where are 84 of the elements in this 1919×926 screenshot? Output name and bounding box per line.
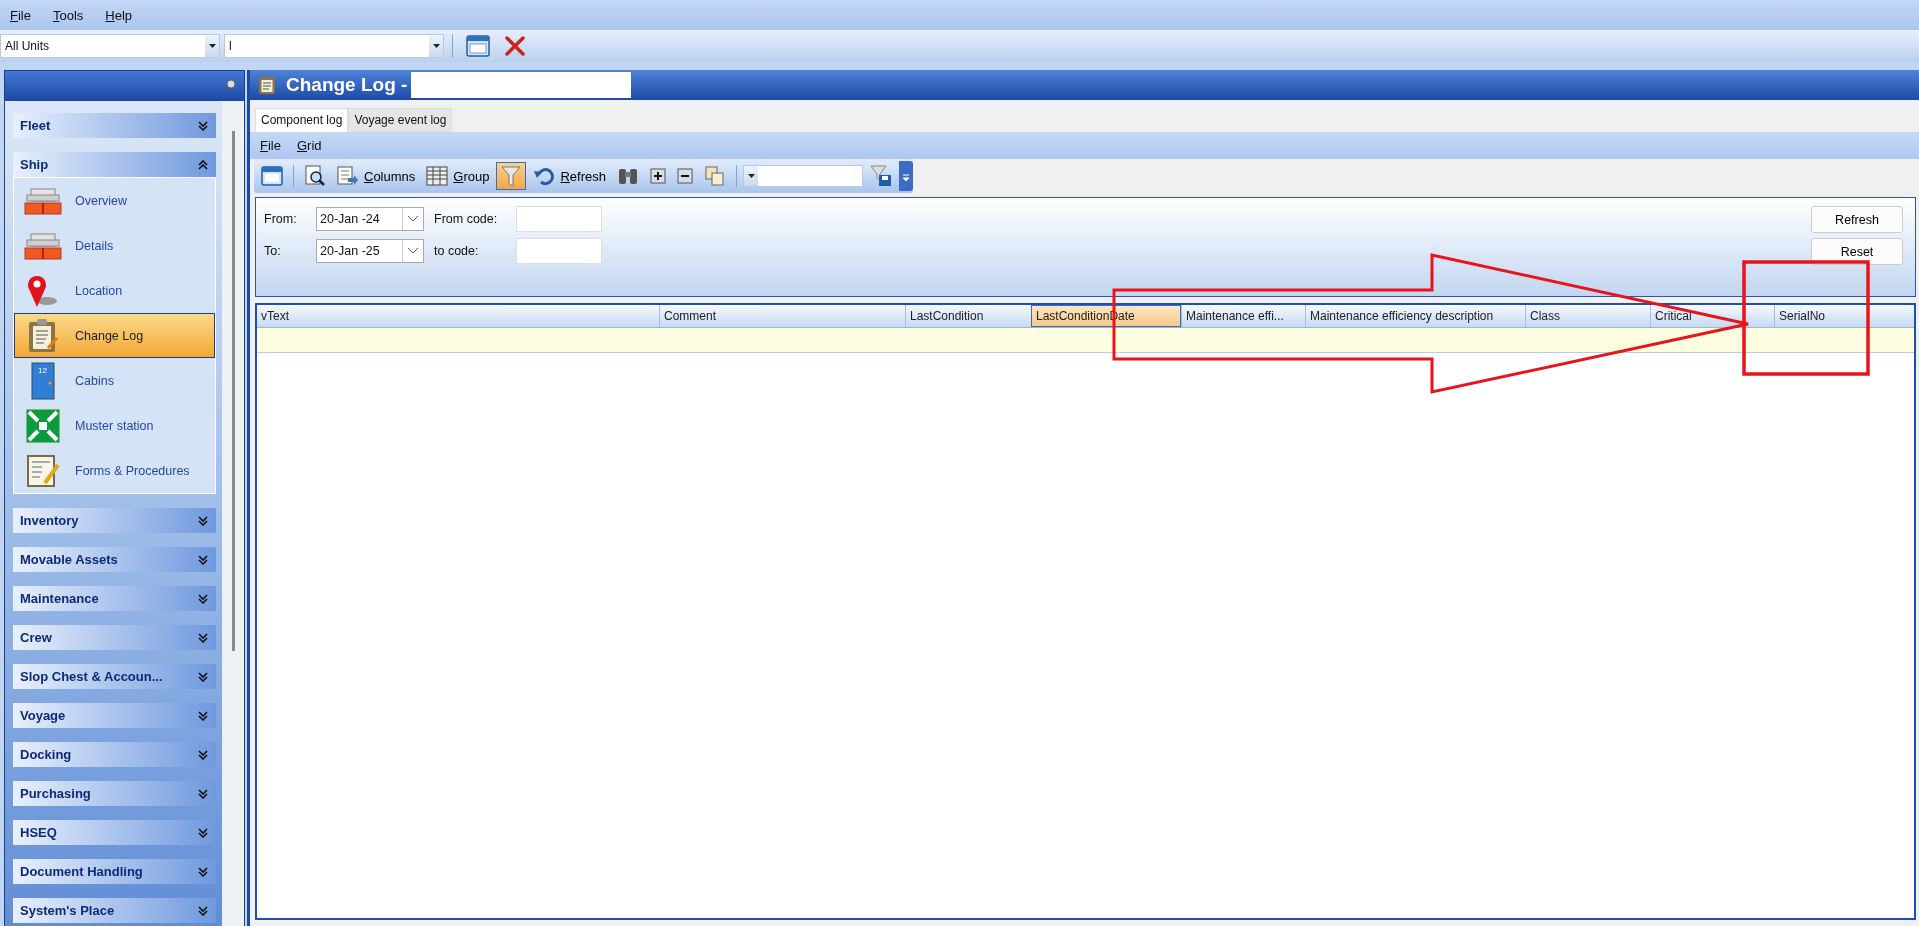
window-icon[interactable] [466, 35, 490, 57]
menu-item[interactable]: File [260, 138, 281, 153]
menu-item[interactable]: File [10, 7, 31, 23]
column-header[interactable]: SerialNo [1774, 305, 1914, 327]
scrollbar[interactable] [222, 101, 244, 926]
sidebar-group-header[interactable]: Purchasing [13, 781, 217, 806]
date-picker[interactable]: 20-Jan -24 [316, 207, 424, 231]
input-field[interactable] [516, 206, 602, 232]
columns-icon[interactable] [337, 165, 359, 187]
from-code-label: From code: [433, 212, 499, 226]
table-icon[interactable] [426, 165, 449, 187]
sidebar-item[interactable]: Forms & Procedures [14, 448, 216, 493]
column-header[interactable]: Critical [1650, 305, 1774, 327]
sidebar-item[interactable]: Change Log [14, 313, 216, 358]
menu-item[interactable]: Help [105, 7, 133, 23]
clipboard-icon [26, 317, 60, 354]
sidebar-group-header[interactable]: Docking [13, 742, 217, 767]
overflow-icon[interactable] [899, 161, 913, 191]
expand-icon[interactable] [198, 905, 209, 916]
pin-icon[interactable] [222, 79, 236, 93]
form-pencil-icon [25, 452, 61, 489]
expand-icon[interactable] [198, 788, 209, 799]
expand-icon[interactable] [198, 593, 209, 604]
panel-title: Change Log - [286, 74, 408, 96]
filter-button[interactable]: Reset [1811, 238, 1903, 265]
dropdown-arrow-icon[interactable] [747, 174, 755, 178]
expand-icon[interactable] [198, 710, 209, 721]
from-label: From: [264, 212, 298, 226]
expand-icon[interactable] [198, 671, 209, 682]
sidebar-group-header[interactable]: Document Handling [13, 859, 217, 884]
sidebar-group-header[interactable]: Fleet [13, 113, 217, 138]
expand-icon[interactable] [198, 749, 209, 760]
tab[interactable]: Component log [255, 108, 349, 132]
sidebar-item[interactable]: Details [14, 223, 216, 268]
column-header[interactable]: vText [257, 305, 659, 327]
door-number: 12 [38, 365, 47, 375]
menu-item[interactable]: Grid [296, 138, 322, 153]
sidebar-group-header[interactable]: Maintenance [13, 586, 217, 611]
sidebar-group-header[interactable]: HSEQ [13, 820, 217, 845]
sidebar-item[interactable]: Muster station [14, 403, 216, 448]
sidebar-group-header[interactable]: System's Place [13, 898, 217, 923]
date-picker[interactable]: 20-Jan -25 [316, 239, 424, 263]
muster-sign-icon [25, 407, 61, 444]
clipboard-icon [258, 75, 276, 95]
minus-icon[interactable] [677, 168, 693, 184]
chevron-down-icon[interactable] [408, 216, 418, 222]
collapse-icon[interactable] [198, 159, 209, 170]
to-label: To: [264, 244, 282, 258]
expand-icon[interactable] [198, 632, 209, 643]
sidebar-item[interactable]: Overview [14, 178, 216, 223]
expand-icon[interactable] [198, 120, 209, 131]
column-header[interactable]: Maintenance efficiency description [1305, 305, 1525, 327]
close-icon[interactable] [504, 35, 526, 57]
sidebar-group-header[interactable]: Ship [13, 152, 217, 177]
unit-dropdown[interactable]: All Units [0, 34, 220, 58]
toolbar-button[interactable]: Columns [333, 162, 420, 190]
selector-dropdown[interactable]: l [224, 34, 444, 58]
menu-item[interactable]: Tools [52, 7, 84, 23]
expand-icon[interactable] [198, 554, 209, 565]
toolbar-button[interactable]: Refresh [529, 162, 610, 190]
tab[interactable]: Voyage event log [348, 108, 453, 132]
input-field[interactable] [516, 238, 602, 264]
column-header[interactable]: Comment [659, 305, 905, 327]
dropdown-arrow-icon[interactable] [208, 44, 216, 48]
refresh-icon[interactable] [533, 165, 556, 187]
toolbar-button[interactable]: Group [422, 162, 494, 190]
expand-icon[interactable] [198, 515, 209, 526]
sidebar-group-header[interactable]: Crew [13, 625, 217, 650]
sidebar-item[interactable]: Location [14, 268, 216, 313]
expand-icon[interactable] [198, 866, 209, 877]
plus-icon[interactable] [650, 168, 666, 184]
sidebar-group-header[interactable]: Voyage [13, 703, 217, 728]
sidebar-group-header[interactable]: Slop Chest & Accoun... [13, 664, 217, 689]
door-icon [29, 360, 57, 401]
column-header[interactable]: Class [1525, 305, 1650, 327]
sidebar-group-header[interactable]: Inventory [13, 508, 217, 533]
filter-button[interactable]: Refresh [1811, 206, 1903, 233]
dropdown-arrow-icon[interactable] [432, 44, 440, 48]
chevron-down-icon[interactable] [408, 248, 418, 254]
sidebar-item[interactable]: 12 Cabins [14, 358, 216, 403]
sidebar-group-header[interactable]: Movable Assets [13, 547, 217, 572]
expand-icon[interactable] [198, 827, 209, 838]
column-header[interactable]: Maintenance effi... [1181, 305, 1305, 327]
to-code-label: to code: [433, 244, 480, 258]
